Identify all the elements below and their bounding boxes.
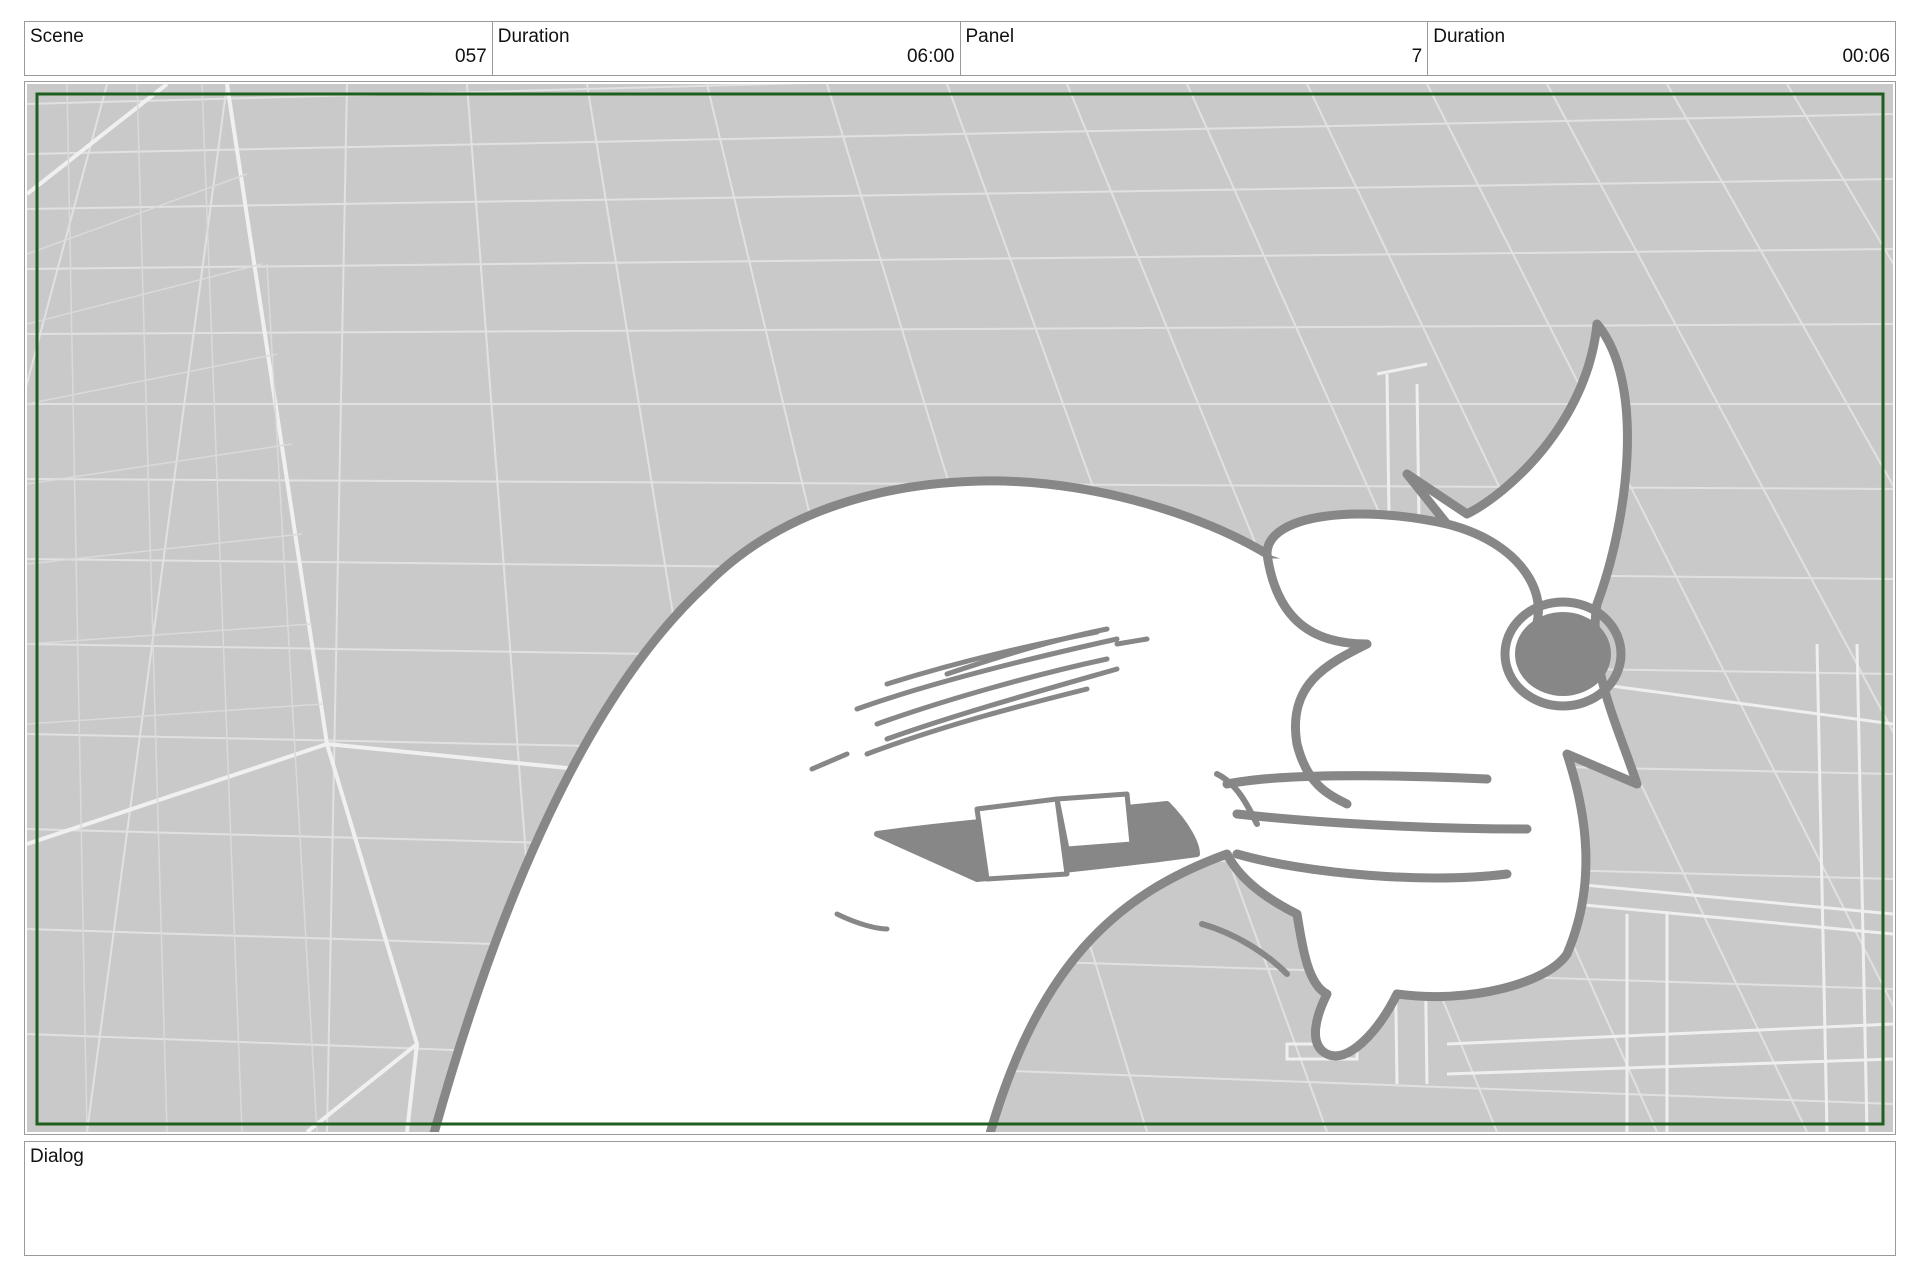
scene-duration-cell: Duration 06:00 bbox=[493, 22, 961, 75]
panel-duration-cell: Duration 00:06 bbox=[1428, 22, 1895, 75]
scene-duration-label: Duration bbox=[497, 26, 570, 47]
scene-value: 057 bbox=[455, 46, 487, 67]
character-eye bbox=[1515, 612, 1611, 696]
panel-duration-value: 00:06 bbox=[1842, 46, 1890, 67]
dialog-box[interactable]: Dialog bbox=[24, 1141, 1896, 1256]
panel-header: Scene 057 Duration 06:00 Panel 7 Duratio… bbox=[24, 21, 1896, 76]
panel-cell: Panel 7 bbox=[961, 22, 1429, 75]
panel-label: Panel bbox=[965, 26, 1015, 47]
panel-value: 7 bbox=[1411, 46, 1423, 67]
dialog-label: Dialog bbox=[30, 1146, 84, 1167]
storyboard-drawing bbox=[27, 84, 1893, 1132]
scene-label: Scene bbox=[30, 26, 84, 47]
panel-duration-label: Duration bbox=[1433, 26, 1506, 47]
storyboard-panel bbox=[24, 81, 1896, 1135]
scene-cell: Scene 057 bbox=[25, 22, 493, 75]
scene-duration-value: 06:00 bbox=[906, 46, 955, 67]
